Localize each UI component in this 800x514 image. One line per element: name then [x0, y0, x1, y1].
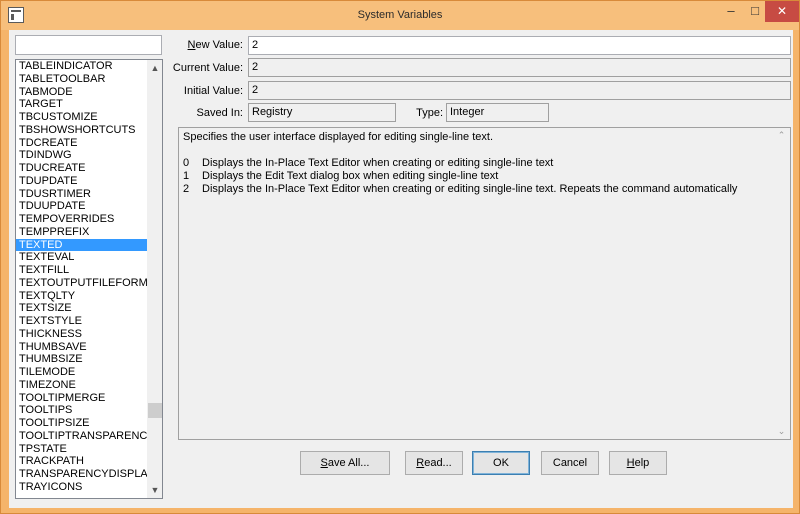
list-item[interactable]: TEMPOVERRIDES	[16, 213, 147, 226]
list-item[interactable]: TEXTEVAL	[16, 251, 147, 264]
title-bar: System Variables – □ ✕	[1, 1, 799, 30]
list-item[interactable]: TBCUSTOMIZE	[16, 111, 147, 124]
type-label: Type:	[416, 107, 443, 119]
list-scrollbar[interactable]: ▲ ▼	[147, 60, 162, 498]
scroll-down-icon[interactable]: ▼	[147, 482, 162, 498]
help-button[interactable]: Help	[609, 451, 667, 475]
list-item[interactable]: TILEMODE	[16, 366, 147, 379]
chevron-up-icon[interactable]: ⌃	[773, 130, 790, 141]
scroll-up-icon[interactable]: ▲	[147, 60, 162, 76]
current-value-field: 2	[248, 58, 791, 77]
system-variables-window: System Variables – □ ✕ TABLEINDICATOR TAB…	[0, 0, 800, 514]
initial-value-label: Initial Value:	[183, 85, 243, 97]
variables-list[interactable]: TABLEINDICATOR TABLETOOLBAR TABMODE TARGET T…	[15, 59, 163, 499]
window-title: System Variables	[357, 9, 443, 21]
current-value-label: Current Value:	[172, 62, 243, 74]
list-item[interactable]: TRACKPATH	[16, 455, 147, 468]
list-item[interactable]: TDUUPDATE	[16, 200, 147, 213]
description-summary: Specifies the user interface displayed f…	[183, 131, 494, 143]
initial-value-field: 2	[248, 81, 791, 100]
description-text: Specifies the user interface displayed f…	[183, 131, 772, 196]
list-item[interactable]: TDUCREATE	[16, 162, 147, 175]
list-item[interactable]: TDCREATE	[16, 137, 147, 150]
list-item[interactable]: TOOLTIPSIZE	[16, 417, 147, 430]
search-input[interactable]	[15, 35, 162, 55]
saved-in-label: Saved In:	[196, 107, 243, 119]
description-panel: Specifies the user interface displayed f…	[178, 127, 791, 440]
list-item[interactable]: TOOLTIPS	[16, 404, 147, 417]
dialog-client-area: TABLEINDICATOR TABLETOOLBAR TABMODE TARGET T…	[9, 30, 793, 508]
option-text: Displays the In-Place Text Editor when c…	[202, 157, 554, 169]
list-item[interactable]: TIMEZONE	[16, 379, 147, 392]
list-item[interactable]: TRAYICONS	[16, 481, 147, 494]
list-item[interactable]: TEXTOUTPUTFILEFORM.	[16, 277, 147, 290]
list-item[interactable]: TARGET	[16, 98, 147, 111]
chevron-down-icon[interactable]: ⌄	[773, 426, 790, 437]
close-button[interactable]: ✕	[765, 1, 799, 22]
scroll-thumb[interactable]	[148, 403, 162, 418]
description-scrollbar[interactable]: ⌃ ⌄	[773, 128, 790, 439]
list-item[interactable]: TPSTATE	[16, 443, 147, 456]
new-value-label: New Value:	[187, 39, 243, 51]
description-option: 1 Displays the Edit Text dialog box when …	[183, 170, 772, 183]
save-all-button[interactable]: Save All...	[300, 451, 390, 475]
type-field: Integer	[446, 103, 549, 122]
description-options: 0 Displays the In-Place Text Editor when …	[183, 157, 772, 196]
list-item[interactable]: TABLEINDICATOR	[16, 60, 147, 73]
list-item[interactable]: TOOLTIPMERGE	[16, 392, 147, 405]
list-item[interactable]: THUMBSIZE	[16, 353, 147, 366]
option-text: Displays the Edit Text dialog box when e…	[202, 170, 499, 182]
maximize-button[interactable]: □	[743, 1, 767, 22]
description-option: 2 Displays the In-Place Text Editor when …	[183, 183, 772, 196]
cancel-button[interactable]: Cancel	[541, 451, 599, 475]
ok-button[interactable]: OK	[472, 451, 530, 475]
list-item[interactable]: TEXTFILL	[16, 264, 147, 277]
new-value-field[interactable]: 2	[248, 36, 791, 55]
list-item[interactable]: TOOLTIPTRANSPARENC	[16, 430, 147, 443]
list-item[interactable]: TBSHOWSHORTCUTS	[16, 124, 147, 137]
variables-list-items: TABLEINDICATOR TABLETOOLBAR TABMODE TARGET T…	[16, 60, 147, 494]
description-option: 0 Displays the In-Place Text Editor when …	[183, 157, 772, 170]
read-button[interactable]: Read...	[405, 451, 463, 475]
list-item[interactable]: THICKNESS	[16, 328, 147, 341]
list-item[interactable]: TEXTED	[16, 238, 147, 252]
list-item[interactable]: TABMODE	[16, 86, 147, 99]
list-item[interactable]: TDUSRTIMER	[16, 188, 147, 201]
list-item[interactable]: TEXTSIZE	[16, 302, 147, 315]
list-item[interactable]: TEMPPREFIX	[16, 226, 147, 239]
list-item[interactable]: TABLETOOLBAR	[16, 73, 147, 86]
minimize-button[interactable]: –	[719, 1, 743, 22]
option-code: 0	[183, 157, 190, 169]
option-text: Displays the In-Place Text Editor when c…	[202, 183, 738, 195]
option-code: 2	[183, 183, 190, 195]
saved-in-field: Registry	[248, 103, 396, 122]
list-item[interactable]: THUMBSAVE	[16, 341, 147, 354]
list-item[interactable]: TDUPDATE	[16, 175, 147, 188]
list-item[interactable]: TEXTQLTY	[16, 290, 147, 303]
list-item[interactable]: TEXTSTYLE	[16, 315, 147, 328]
list-item[interactable]: TRANSPARENCYDISPLAT	[16, 468, 147, 481]
list-item[interactable]: TDINDWG	[16, 149, 147, 162]
option-code: 1	[183, 170, 190, 182]
